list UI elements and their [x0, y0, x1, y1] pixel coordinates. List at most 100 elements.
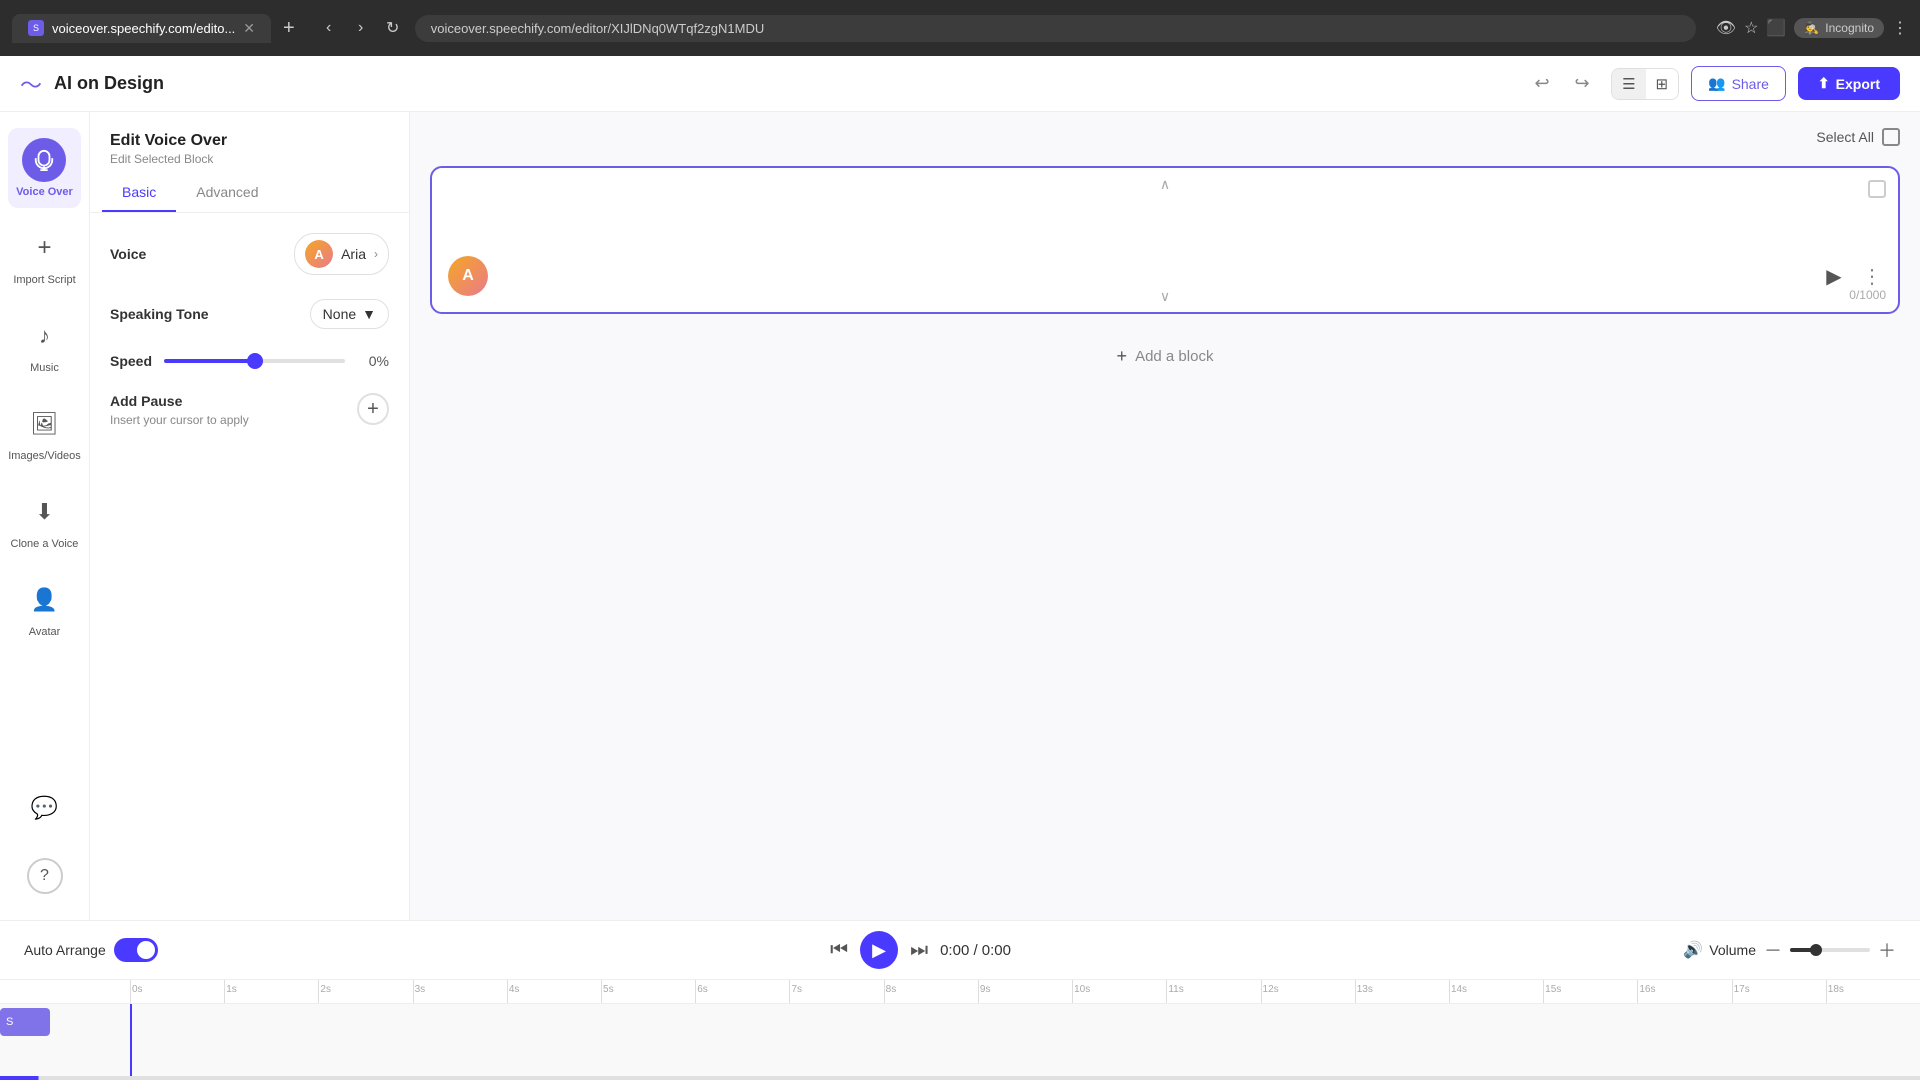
sidebar-item-clone-voice[interactable]: ⬇ Clone a Voice [3, 480, 87, 560]
sidebar-item-help[interactable]: ? [9, 848, 81, 904]
undo-btn[interactable]: ↩ [1525, 67, 1559, 101]
panel-subtitle: Edit Selected Block [110, 152, 389, 166]
block-move-up-btn[interactable]: ∧ [1153, 172, 1177, 196]
ruler-label: 4s [509, 984, 520, 995]
avatar-icon: 👤 [23, 578, 67, 622]
favicon: S [28, 20, 44, 36]
incognito-icon: 🕵 [1804, 21, 1819, 35]
timeline-track-item[interactable]: S [0, 1008, 50, 1036]
sidebar-item-music[interactable]: ♪ Music [9, 304, 81, 384]
add-block-btn[interactable]: + Add a block [430, 330, 1900, 383]
app: 〜 AI on Design ↩ ↪ ☰ ⊞ 👥 Share ⬆ Export [0, 56, 1920, 1080]
skip-back-btn[interactable]: ⏮ [830, 939, 848, 962]
zoom-out-btn[interactable]: － [1764, 937, 1782, 963]
export-button[interactable]: ⬆ Export [1798, 67, 1900, 100]
timeline-play-btn[interactable]: ▶ [860, 931, 898, 969]
voice-over-label: Voice Over [16, 186, 73, 198]
tab-bar: S voiceover.speechify.com/edito... ✕ + [12, 13, 303, 44]
select-all-checkbox[interactable] [1882, 128, 1900, 146]
ruler-label: 5s [603, 984, 614, 995]
view-toggle: ☰ ⊞ [1611, 68, 1679, 100]
track-label: S [6, 1016, 13, 1028]
speaking-tone-row: Speaking Tone None ▼ [110, 299, 389, 329]
editor-area: Select All ∧ A ▶ ⋮ [410, 112, 1920, 920]
address-bar[interactable]: voiceover.speechify.com/editor/XIJlDNq0W… [415, 15, 1696, 42]
project-title: AI on Design [54, 73, 1513, 94]
select-all-row[interactable]: Select All [1816, 128, 1900, 146]
app-body: Voice Over + Import Script ♪ Music 🖼 Ima… [0, 112, 1920, 920]
speed-slider[interactable] [164, 359, 345, 363]
images-videos-icon: 🖼 [22, 402, 66, 446]
volume-slider[interactable] [1790, 948, 1870, 952]
browser-nav: ‹ › ↻ [315, 14, 407, 42]
voice-name: Aria [341, 246, 366, 262]
char-count: 0/1000 [1849, 288, 1886, 302]
sidebar-item-voice-over[interactable]: Voice Over [8, 128, 81, 208]
sidebar-item-comments[interactable]: 💬 [9, 776, 81, 840]
voice-chevron-icon: › [374, 247, 378, 261]
voice-selector[interactable]: A Aria › [294, 233, 389, 275]
speaking-tone-dropdown[interactable]: None ▼ [310, 299, 389, 329]
share-label: Share [1732, 76, 1769, 92]
skip-forward-btn[interactable]: ⏭ [910, 939, 928, 962]
sidebar-item-import-script[interactable]: + Import Script [5, 216, 83, 296]
tab-advanced[interactable]: Advanced [176, 174, 278, 212]
active-tab[interactable]: S voiceover.speechify.com/edito... ✕ [12, 14, 271, 43]
text-block: ∧ A ▶ ⋮ 0/1000 ∨ [430, 166, 1900, 314]
desktop-icon[interactable]: ⬛ [1766, 18, 1786, 38]
block-checkbox[interactable] [1868, 180, 1886, 198]
block-play-btn[interactable]: ▶ [1818, 260, 1850, 292]
timeline-playhead [130, 1004, 132, 1076]
incognito-badge: 🕵 Incognito [1794, 18, 1884, 38]
tab-basic[interactable]: Basic [102, 174, 176, 212]
volume-label: 🔊 Volume [1683, 940, 1756, 960]
block-move-down-btn[interactable]: ∨ [1153, 284, 1177, 308]
back-btn[interactable]: ‹ [315, 14, 343, 42]
ruler-label: 7s [791, 984, 802, 995]
app-header: 〜 AI on Design ↩ ↪ ☰ ⊞ 👥 Share ⬆ Export [0, 56, 1920, 112]
zoom-in-btn[interactable]: ＋ [1878, 937, 1896, 963]
import-script-icon: + [22, 226, 66, 270]
add-pause-row: Add Pause Insert your cursor to apply + [110, 393, 389, 427]
url-text: voiceover.speechify.com/editor/XIJlDNq0W… [431, 21, 765, 36]
panel-title: Edit Voice Over [110, 132, 389, 150]
eye-slash-icon: 👁 [1716, 18, 1736, 38]
speed-row: Speed 0% [110, 353, 389, 369]
add-pause-btn[interactable]: + [357, 393, 389, 425]
voice-over-icon [22, 138, 66, 182]
browser-actions: 👁 ☆ ⬛ 🕵 Incognito ⋮ [1716, 18, 1908, 38]
ruler-label: 14s [1451, 984, 1467, 995]
sidebar-item-avatar[interactable]: 👤 Avatar [9, 568, 81, 648]
voice-row: Voice A Aria › [110, 233, 389, 275]
new-tab-btn[interactable]: + [275, 13, 303, 44]
ruler-label: 18s [1828, 984, 1844, 995]
refresh-btn[interactable]: ↻ [379, 14, 407, 42]
import-script-label: Import Script [13, 274, 75, 286]
share-icon: 👥 [1708, 75, 1725, 92]
auto-arrange-toggle[interactable] [114, 938, 158, 962]
ruler-label: 16s [1639, 984, 1655, 995]
ruler-label: 2s [320, 984, 331, 995]
timeline-progress-bar [0, 1076, 1920, 1080]
comments-icon: 💬 [23, 786, 67, 830]
block-more-btn[interactable]: ⋮ [1862, 264, 1882, 289]
clone-voice-label: Clone a Voice [11, 538, 79, 550]
tab-close-btn[interactable]: ✕ [243, 20, 255, 37]
volume-controls: 🔊 Volume － ＋ [1683, 937, 1896, 963]
speed-label: Speed [110, 353, 152, 369]
single-view-btn[interactable]: ☰ [1612, 69, 1645, 99]
timeline-area: Auto Arrange ⏮ ▶ ⏭ 0:00 / 0:00 🔊 Volume … [0, 920, 1920, 1080]
grid-view-btn[interactable]: ⊞ [1646, 69, 1679, 99]
sidebar-item-images-videos[interactable]: 🖼 Images/Videos [0, 392, 89, 472]
redo-btn[interactable]: ↪ [1565, 67, 1599, 101]
forward-btn[interactable]: › [347, 14, 375, 42]
music-icon: ♪ [23, 314, 67, 358]
share-button[interactable]: 👥 Share [1691, 66, 1786, 101]
help-icon: ? [27, 858, 63, 894]
speaking-tone-label: Speaking Tone [110, 306, 209, 322]
bookmark-icon[interactable]: ☆ [1744, 18, 1758, 38]
volume-icon: 🔊 [1683, 940, 1703, 960]
add-pause-title: Add Pause [110, 393, 249, 409]
ruler-label: 11s [1168, 984, 1183, 995]
more-icon[interactable]: ⋮ [1892, 18, 1908, 38]
